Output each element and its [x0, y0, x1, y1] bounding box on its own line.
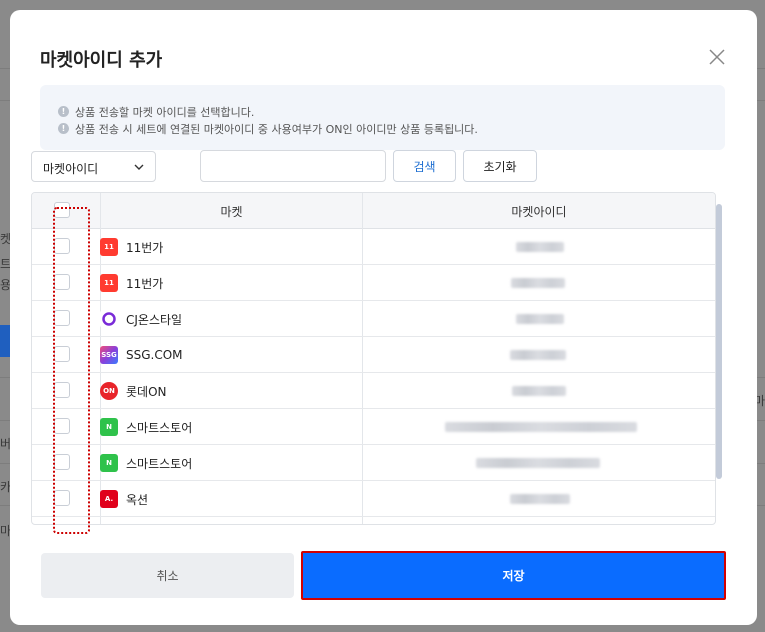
- info-text: 상품 전송 시 세트에 연결된 마켓아이디 중 사용여부가 ON인 아이디만 상…: [75, 122, 478, 136]
- close-icon[interactable]: [707, 47, 727, 67]
- cancel-button[interactable]: 취소: [41, 553, 294, 598]
- column-header-market-id: 마켓아이디: [511, 204, 567, 219]
- background-button: [0, 325, 10, 357]
- market-cell: N 스마트스토어: [100, 445, 192, 481]
- table-scrollbar[interactable]: [716, 204, 722, 479]
- cj-onstyle-logo-icon: [100, 310, 118, 328]
- search-button[interactable]: 검색: [393, 150, 456, 182]
- table-row[interactable]: N 스마트스토어: [32, 409, 715, 445]
- market-name: 스마트스토어: [126, 456, 193, 471]
- market-id-redacted: [510, 350, 566, 360]
- market-id-redacted: [476, 458, 600, 468]
- row-checkbox[interactable]: [54, 274, 70, 290]
- table-row[interactable]: ON 롯데ON: [32, 373, 715, 409]
- table-row[interactable]: N 스마트스토어: [32, 445, 715, 481]
- info-text: 상품 전송할 마켓 아이디를 선택합니다.: [75, 105, 255, 119]
- select-all-checkbox[interactable]: [54, 202, 70, 218]
- reset-button[interactable]: 초기화: [463, 150, 537, 182]
- info-icon: !: [58, 123, 69, 134]
- info-icon: !: [58, 106, 69, 117]
- market-name: 스마트스토어: [126, 420, 193, 435]
- info-line: ! 상품 전송 시 세트에 연결된 마켓아이디 중 사용여부가 ON인 아이디만…: [58, 120, 725, 137]
- market-id-redacted: [510, 494, 570, 504]
- 11st-logo-icon: 11: [100, 274, 118, 292]
- market-name: CJ온스타일: [126, 312, 183, 327]
- market-id-redacted: [516, 314, 564, 324]
- table-row[interactable]: CJ온스타일: [32, 301, 715, 337]
- market-cell: CJ온스타일: [100, 301, 182, 337]
- row-checkbox[interactable]: [54, 382, 70, 398]
- row-checkbox[interactable]: [54, 346, 70, 362]
- save-button[interactable]: 저장: [301, 551, 726, 600]
- smartstore-logo-icon: N: [100, 418, 118, 436]
- table-row[interactable]: 11 11번가: [32, 229, 715, 265]
- market-id-table: 마켓 마켓아이디 11 11번가 11 11번가 CJ온스타일 SSG SSG.…: [31, 192, 716, 525]
- market-cell: A. 옥션: [100, 481, 148, 517]
- auction-logo-icon: A.: [100, 490, 118, 508]
- 11st-logo-icon: 11: [100, 238, 118, 256]
- table-row[interactable]: SSG SSG.COM: [32, 337, 715, 373]
- market-name: 롯데ON: [126, 384, 167, 399]
- info-box: ! 상품 전송할 마켓 아이디를 선택합니다. ! 상품 전송 시 세트에 연결…: [40, 85, 725, 150]
- ssg-logo-icon: SSG: [100, 346, 118, 364]
- market-cell: 11 11번가: [100, 229, 163, 265]
- market-name: 11번가: [126, 276, 164, 291]
- info-line: ! 상품 전송할 마켓 아이디를 선택합니다.: [58, 103, 725, 120]
- lotteon-logo-icon: ON: [100, 382, 118, 400]
- row-checkbox[interactable]: [54, 454, 70, 470]
- market-cell: SSG SSG.COM: [100, 337, 183, 373]
- market-name: 옥션: [126, 492, 149, 507]
- market-id-redacted: [445, 422, 637, 432]
- market-id-redacted: [516, 242, 564, 252]
- table-row[interactable]: A. 옥션: [32, 481, 715, 517]
- row-checkbox[interactable]: [54, 418, 70, 434]
- market-name: 11번가: [126, 240, 164, 255]
- market-id-select[interactable]: 마켓아이디: [31, 151, 156, 182]
- market-cell: N 스마트스토어: [100, 409, 192, 445]
- row-checkbox[interactable]: [54, 310, 70, 326]
- market-id-redacted: [511, 278, 565, 288]
- select-value: 마켓아이디: [43, 162, 99, 176]
- market-cell: ON 롯데ON: [100, 373, 167, 409]
- dialog-title: 마켓아이디 추가: [40, 50, 163, 71]
- chevron-down-icon: [133, 161, 145, 173]
- market-name: SSG.COM: [126, 348, 183, 362]
- table-row[interactable]: 11 11번가: [32, 265, 715, 301]
- market-cell: 11 11번가: [100, 265, 163, 301]
- column-header-market: 마켓: [220, 204, 243, 219]
- search-input[interactable]: [200, 150, 386, 182]
- row-checkbox[interactable]: [54, 238, 70, 254]
- smartstore-logo-icon: N: [100, 454, 118, 472]
- market-id-redacted: [512, 386, 566, 396]
- row-checkbox[interactable]: [54, 490, 70, 506]
- table-header: 마켓 마켓아이디: [32, 193, 715, 229]
